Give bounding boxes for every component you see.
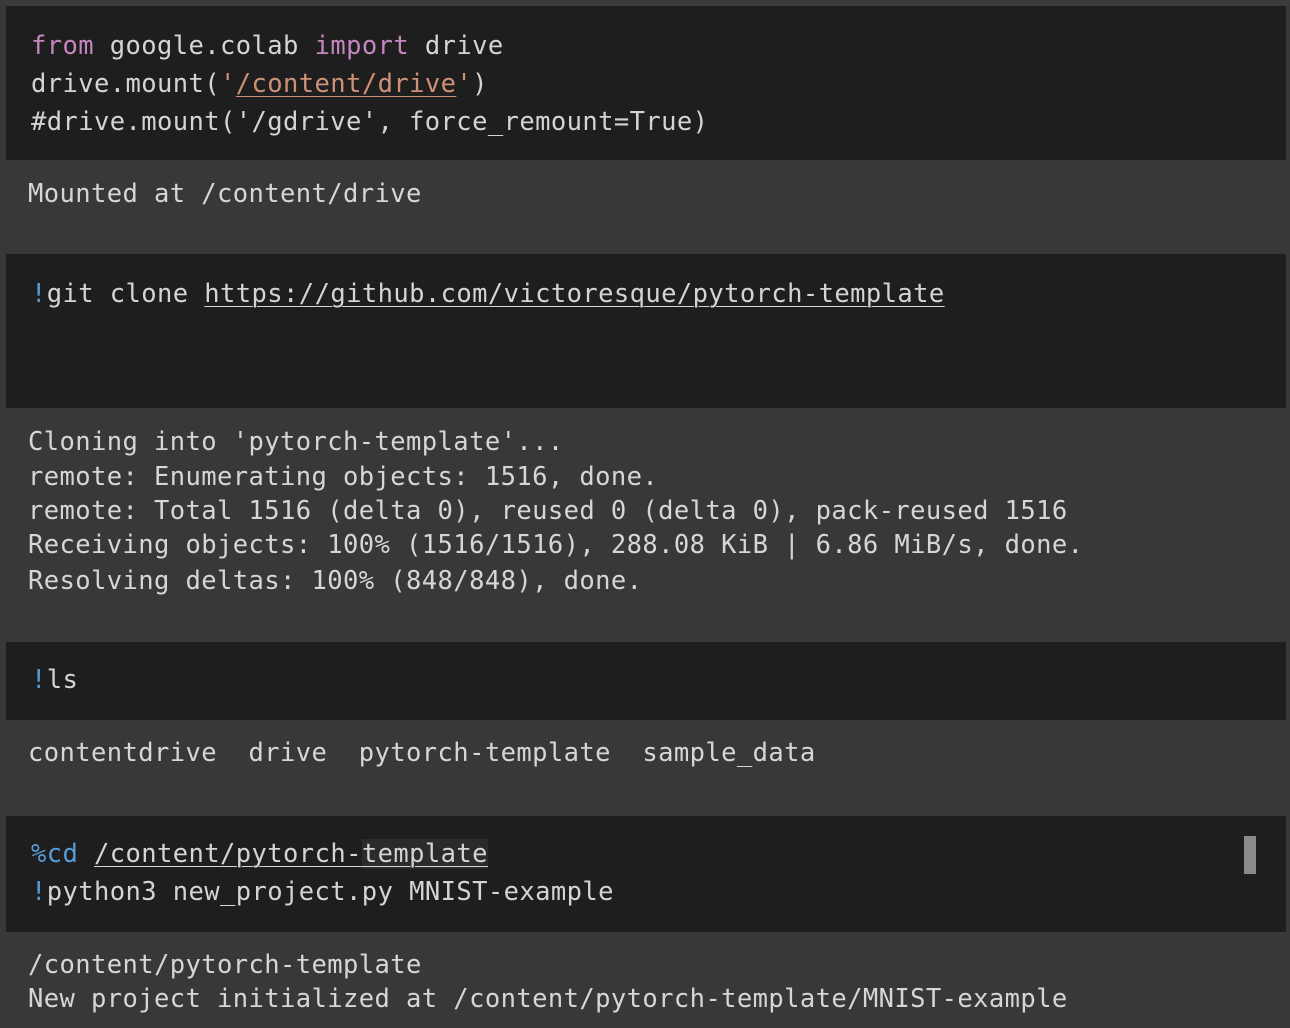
import-name: drive: [409, 31, 504, 61]
cd-path-link[interactable]: /content/pytorch-: [94, 839, 362, 869]
magic-command: %cd: [31, 839, 79, 869]
shell-command: python3 new_project.py MNIST-example: [46, 877, 614, 907]
string-quote: ': [456, 69, 473, 99]
code-cell-mount[interactable]: from google.colab import drive drive.mou…: [6, 6, 1286, 160]
code-line: !ls: [31, 664, 78, 696]
output-line: Resolving deltas: 100% (848/848), done.: [28, 566, 643, 596]
shell-command: ls: [46, 665, 79, 695]
code-line: %cd /content/pytorch-template: [31, 838, 488, 870]
shell-bang: !: [31, 279, 47, 309]
keyword-from: from: [31, 31, 95, 61]
code-cell-clone[interactable]: !git clone https://github.com/victoresqu…: [6, 254, 1286, 408]
shell-command: git clone: [46, 279, 205, 309]
scrollbar-thumb[interactable]: [1244, 836, 1256, 874]
output-mount: Mounted at /content/drive: [6, 160, 1286, 254]
output-line: contentdrive drive pytorch-template samp…: [28, 738, 816, 768]
output-line: New project initialized at /content/pyto…: [28, 984, 1068, 1014]
code-cell-ls[interactable]: !ls: [6, 642, 1286, 720]
output-line: Mounted at /content/drive: [28, 179, 422, 209]
shell-bang: !: [31, 877, 47, 907]
output-line: remote: Enumerating objects: 1516, done.: [28, 462, 659, 492]
code-line: from google.colab import drive: [31, 30, 504, 62]
output-line: Cloning into 'pytorch-template'...: [28, 427, 564, 457]
output-clone: Cloning into 'pytorch-template'... remot…: [6, 408, 1286, 642]
code-cell-cd[interactable]: %cd /content/pytorch-template !python3 n…: [6, 816, 1286, 932]
output-line: /content/pytorch-template: [28, 950, 422, 980]
string-quote: ': [220, 69, 236, 99]
code-line: drive.mount('/content/drive'): [31, 68, 488, 100]
cd-path-link-highlight[interactable]: template: [361, 839, 488, 869]
module-name: google.colab: [94, 31, 315, 61]
output-line: Receiving objects: 100% (1516/1516), 288…: [28, 530, 1084, 560]
code-line: !git clone https://github.com/victoresqu…: [31, 278, 945, 310]
output-cd: /content/pytorch-template New project in…: [6, 932, 1286, 1028]
shell-bang: !: [31, 665, 47, 695]
paren-close: ): [472, 69, 488, 99]
call-text: drive.mount(: [31, 69, 221, 99]
output-line: remote: Total 1516 (delta 0), reused 0 (…: [28, 496, 1068, 526]
path-link[interactable]: /content/drive: [236, 69, 457, 99]
code-line: !python3 new_project.py MNIST-example: [31, 876, 614, 908]
comment-line: #drive.mount('/gdrive', force_remount=Tr…: [31, 107, 709, 137]
output-ls: contentdrive drive pytorch-template samp…: [6, 720, 1286, 816]
keyword-import: import: [314, 31, 410, 61]
repo-url-link[interactable]: https://github.com/victoresque/pytorch-t…: [204, 279, 944, 309]
